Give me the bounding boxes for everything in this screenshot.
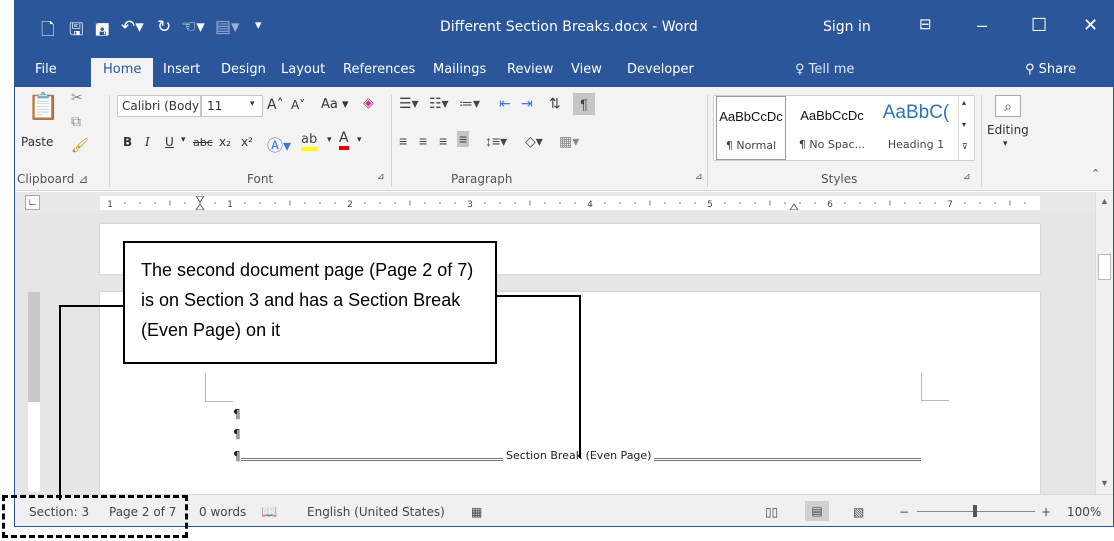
annotation-callout: The second document page (Page 2 of 7) i… <box>123 241 497 364</box>
annotation-highlight-box <box>2 495 188 538</box>
leader-line-left <box>59 305 123 500</box>
annotation-callout-text: The second document page (Page 2 of 7) i… <box>141 260 474 340</box>
leader-line-right <box>497 295 581 458</box>
